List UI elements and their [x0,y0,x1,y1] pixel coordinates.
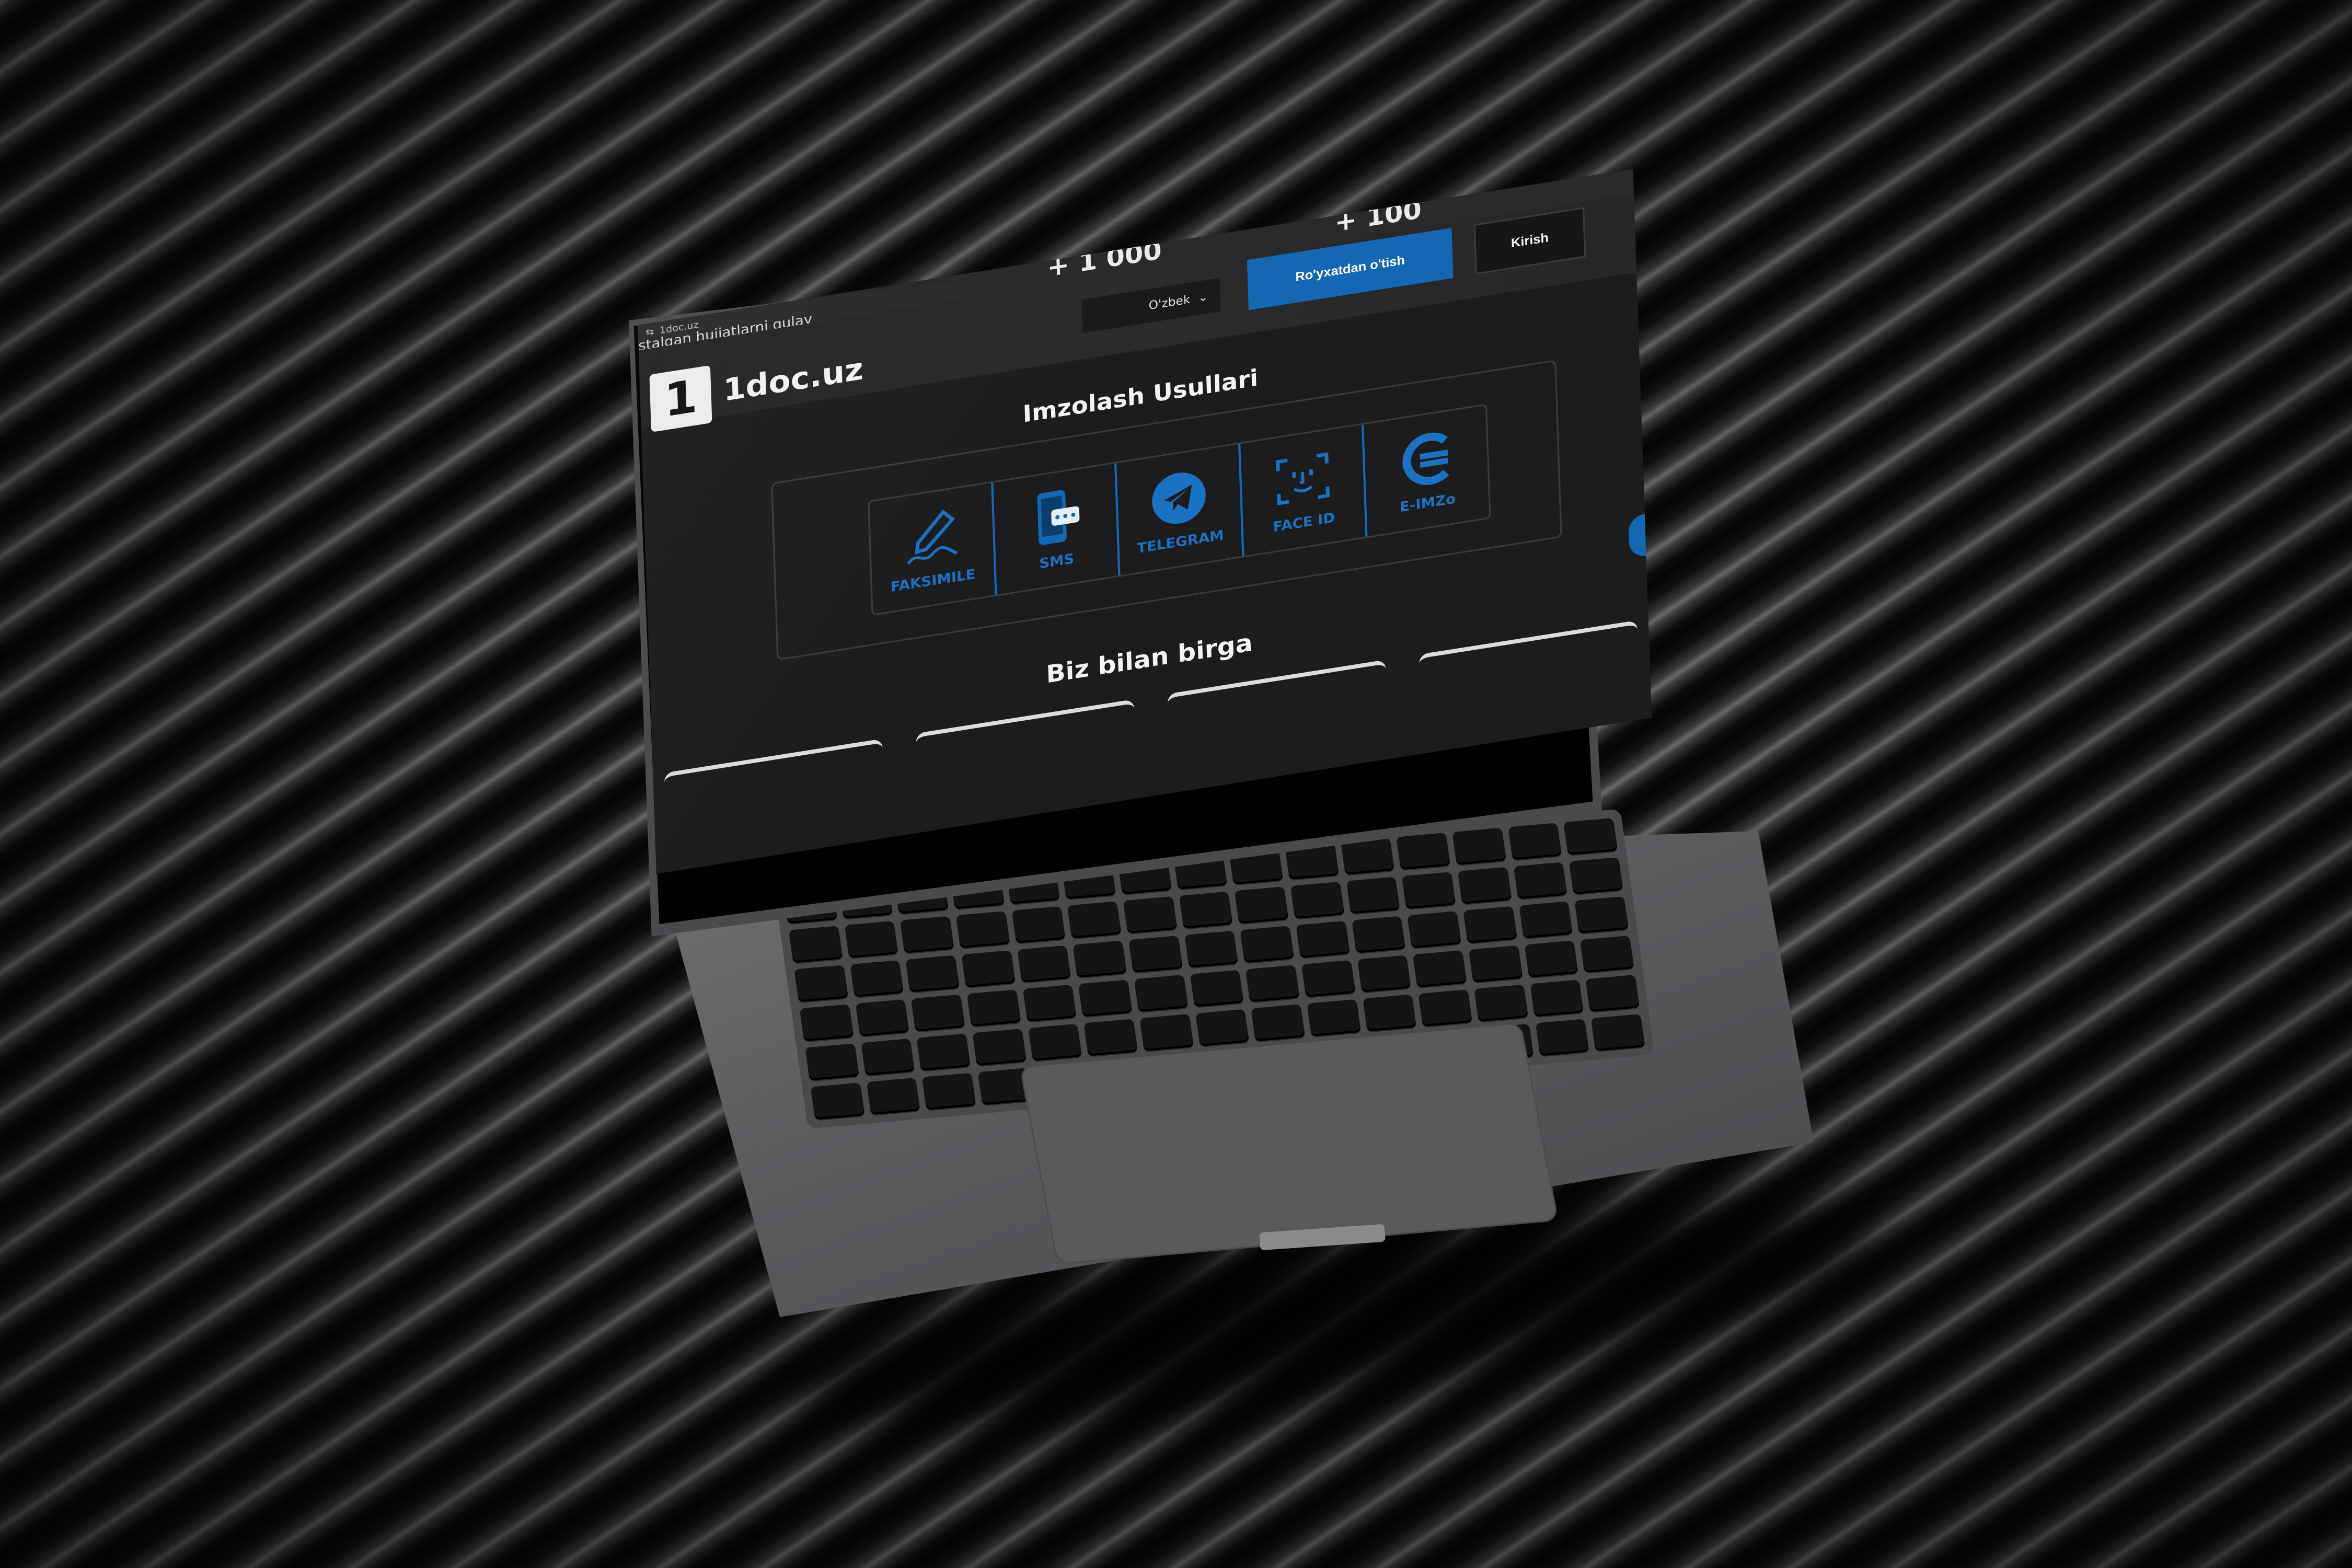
phone-sms-icon [1037,490,1080,545]
keyboard-key [1073,940,1127,978]
keyboard-key [1569,857,1623,895]
keyboard-key [911,994,965,1032]
keyboard-key [849,960,904,998]
keyboard-key [1418,989,1473,1027]
keyboard-key [905,955,960,993]
keyboard-key [1017,945,1071,983]
keyboard-key [1585,974,1640,1012]
site-name[interactable]: 1doc.uz [723,351,864,408]
method-label: SMS [1039,551,1075,572]
keyboard-key [1452,827,1506,865]
login-button[interactable]: Kirish [1473,207,1586,275]
keyboard-key [794,965,848,1002]
logo-icon[interactable]: 1 [649,365,712,433]
keyboard-key [1022,984,1077,1022]
keyboard-key [810,1082,865,1120]
keyboard-key [1246,965,1300,1002]
keyboard-key [1463,906,1517,943]
method-sms[interactable]: SMS [993,463,1121,595]
partner-card[interactable] [915,699,1135,755]
keyboard-key [1346,877,1400,914]
keyboard-key [799,1004,854,1042]
keyboard-key [1240,926,1295,963]
keyboard-key [1574,896,1629,934]
language-select[interactable]: O'zbek ⌄ [1081,278,1221,333]
keyboard-key [1407,911,1462,949]
keyboard-key [916,1033,971,1071]
site-settings-icon[interactable]: ⇆ [645,326,654,339]
keyboard-key [1580,935,1634,973]
keyboard-key [1396,833,1451,870]
keyboard-key [1235,886,1289,924]
keyboard-key [966,989,1021,1027]
telegram-icon [1152,472,1206,524]
keyboard-key [805,1043,859,1081]
keyboard-key [1529,979,1584,1017]
keyboard-key [1402,872,1456,909]
keyboard-key [1184,930,1239,968]
keyboard-key [1139,1013,1194,1052]
method-telegram[interactable]: TELEGRAM [1116,444,1244,575]
keyboard-key [788,926,843,963]
method-label: TELEGRAM [1136,527,1225,557]
keyboard-key [1535,1019,1589,1056]
partner-card[interactable] [1419,620,1638,676]
keyboard-key [1468,945,1523,983]
keyboard-key [1307,999,1361,1037]
keyboard-key [1474,984,1528,1022]
keyboard-key [961,950,1016,988]
keyboard-key [1179,891,1233,929]
keyboard-key [1067,901,1122,939]
keyboard-key [1011,906,1066,944]
method-faksimile[interactable]: FAKSIMILE [869,482,997,614]
keyboard-key [972,1029,1027,1066]
keyboard-key [844,920,898,959]
logo-glyph: 1 [663,370,698,428]
keyboard-key [866,1077,920,1115]
method-label: E-IMZo [1399,491,1456,516]
face-id-icon [1275,452,1330,505]
keyboard-key [1195,1009,1250,1046]
language-value: O'zbek [1148,293,1191,313]
keyboard-key [1190,970,1244,1007]
keyboard-key [1134,974,1189,1012]
keyboard-key [1296,920,1350,959]
partner-card[interactable] [1167,660,1387,715]
method-label: FACE ID [1273,510,1335,536]
keyboard-key [1591,1013,1645,1052]
keyboard-key [1290,881,1345,919]
method-face-id[interactable]: FACE ID [1240,424,1368,556]
keyboard-key [1083,1019,1138,1056]
keyboard-key [1563,817,1618,856]
chevron-down-icon: ⌄ [1197,290,1208,305]
keyboard-key [1123,896,1178,934]
keyboard-key [1524,940,1578,978]
signature-pen-icon [906,509,958,565]
keyboard-key [1301,960,1356,998]
method-label: FAKSIMILE [890,566,976,596]
keyboard-key [855,999,909,1037]
keyboard-key [1351,916,1406,953]
keyboard-key [1413,950,1467,988]
keyboard-key [1513,862,1567,900]
partner-card[interactable] [664,739,883,794]
method-e-imzo[interactable]: E-IMZo [1364,406,1490,536]
keyboard-key [1028,1023,1082,1062]
e-imzo-icon [1402,432,1449,485]
keyboard-key [900,916,954,953]
keyboard-key [922,1073,976,1110]
keyboard-key [1128,935,1183,973]
keyboard-key [1507,823,1562,860]
keyboard-key [1078,979,1133,1017]
keyboard-key [1362,994,1417,1032]
keyboard-key [1457,867,1512,904]
keyboard-key [1251,1004,1306,1042]
keyboard-key [1518,901,1573,939]
keyboard-key [860,1038,915,1076]
keyboard-key [1357,955,1411,993]
keyboard-key [955,911,1010,949]
